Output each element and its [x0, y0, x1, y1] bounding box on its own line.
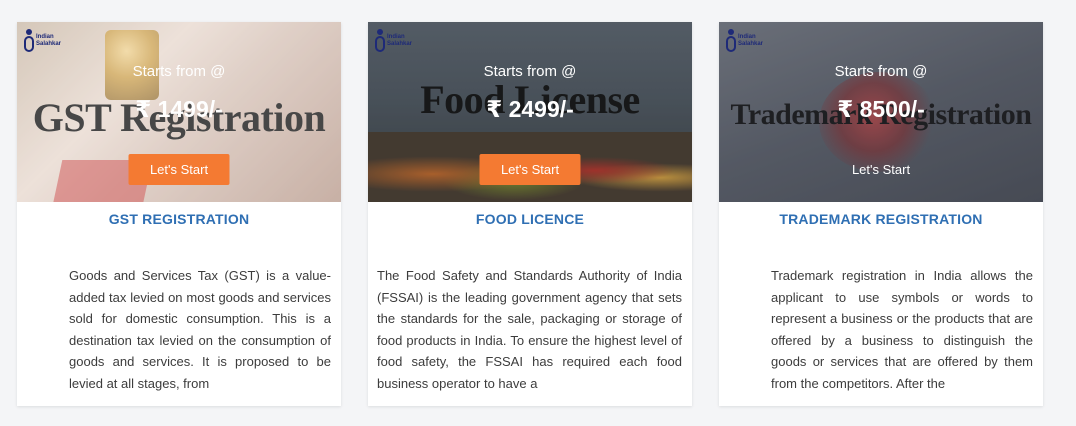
- logo-text: Indian Salahkar: [387, 34, 413, 47]
- card-description: The Food Safety and Standards Authority …: [377, 268, 682, 391]
- lets-start-button[interactable]: Let's Start: [831, 154, 932, 185]
- card-description: Trademark registration in India allows t…: [771, 268, 1033, 391]
- card-title[interactable]: FOOD LICENCE: [368, 202, 692, 233]
- service-card-gst: GST Registration Indian Salahkar Starts …: [17, 22, 341, 406]
- card-banner: GST Registration Indian Salahkar Starts …: [17, 22, 341, 202]
- price-label: ₹ 8500/-: [837, 96, 925, 122]
- card-title[interactable]: GST REGISTRATION: [17, 202, 341, 233]
- service-card-food-licence: Food License Indian Salahkar Starts from…: [368, 22, 692, 406]
- logo-text: Indian Salahkar: [738, 34, 764, 47]
- starts-from-label: Starts from @: [132, 63, 226, 80]
- card-description: Goods and Services Tax (GST) is a value-…: [69, 268, 331, 391]
- service-cards: GST Registration Indian Salahkar Starts …: [0, 0, 1076, 426]
- card-title[interactable]: TRADEMARK REGISTRATION: [719, 202, 1043, 233]
- person-icon: [375, 29, 385, 52]
- price-label: ₹ 1499/-: [135, 96, 223, 122]
- indian-salahkar-logo: Indian Salahkar: [374, 28, 422, 54]
- person-icon: [726, 29, 736, 52]
- indian-salahkar-logo: Indian Salahkar: [725, 28, 773, 54]
- lets-start-button[interactable]: Let's Start: [479, 154, 581, 185]
- indian-salahkar-logo: Indian Salahkar: [23, 28, 71, 54]
- logo-text: Indian Salahkar: [36, 34, 62, 47]
- card-banner: Trademark Registration Indian Salahkar S…: [719, 22, 1043, 202]
- service-card-trademark: Trademark Registration Indian Salahkar S…: [719, 22, 1043, 406]
- lets-start-button[interactable]: Let's Start: [128, 154, 230, 185]
- person-icon: [24, 29, 34, 52]
- price-label: ₹ 2499/-: [486, 96, 574, 122]
- starts-from-label: Starts from @: [483, 63, 577, 80]
- card-banner: Food License Indian Salahkar Starts from…: [368, 22, 692, 202]
- starts-from-label: Starts from @: [834, 63, 928, 80]
